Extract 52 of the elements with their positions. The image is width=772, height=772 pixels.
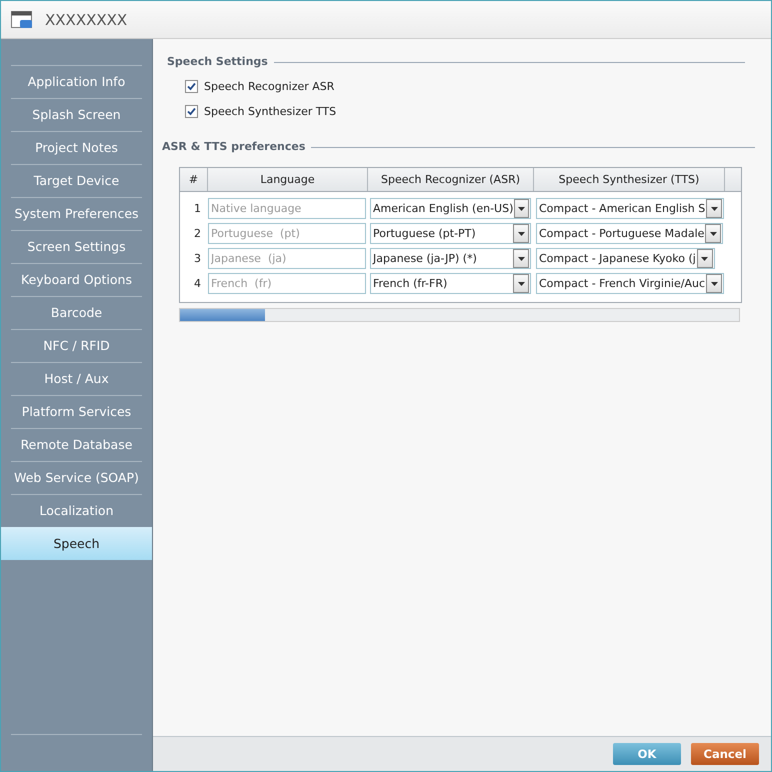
section-title: ASR & TTS preferences [162, 140, 306, 153]
dropdown-arrow-icon [701, 256, 708, 260]
language-field[interactable]: Native language [208, 198, 366, 219]
language-field[interactable]: Portuguese (pt) [208, 223, 366, 244]
dropdown-arrow-icon [518, 256, 524, 260]
language-field[interactable]: French (fr) [208, 273, 366, 294]
column-header[interactable]: Speech Synthesizer (TTS) [534, 168, 725, 191]
ok-button[interactable]: OK [613, 743, 681, 765]
dropdown[interactable]: Compact - Japanese Kyoko (j [536, 248, 715, 269]
dropdown-arrow-icon [518, 282, 524, 286]
row-number: 1 [193, 202, 202, 215]
sidebar-item[interactable]: Remote Database [11, 428, 142, 461]
row-number: 4 [193, 277, 202, 290]
dropdown[interactable]: Compact - French Virginie/Auc [536, 273, 724, 294]
sidebar-item[interactable]: Keyboard Options [11, 263, 142, 296]
sidebar-item[interactable]: Barcode [11, 296, 142, 329]
column-header[interactable]: # [180, 168, 208, 191]
sidebar-item[interactable]: Web Service (SOAP) [11, 461, 142, 494]
dropdown-arrow-icon [710, 232, 717, 236]
sidebar-item[interactable]: Speech [1, 527, 152, 560]
dropdown[interactable]: American English (en-US) [370, 198, 531, 219]
dropdown[interactable]: Japanese (ja-JP) (*) [370, 248, 531, 269]
sidebar-item[interactable]: Host / Aux [11, 362, 142, 395]
sidebar-item[interactable]: Project Notes [11, 131, 142, 164]
sidebar-item[interactable]: Application Info [11, 65, 142, 98]
column-header[interactable]: Speech Recognizer (ASR) [368, 168, 534, 191]
dropdown-arrow-icon [518, 206, 526, 210]
row-number: 3 [193, 252, 202, 265]
sidebar-item[interactable]: Splash Screen [11, 98, 142, 131]
dropdown[interactable]: Compact - American English S [536, 198, 724, 219]
dropdown-arrow-icon [710, 206, 718, 210]
sidebar-item[interactable]: NFC / RFID [11, 329, 142, 362]
sidebar-item[interactable]: Screen Settings [11, 230, 142, 263]
sidebar-item[interactable]: Target Device [11, 164, 142, 197]
window-title: XXXXXXXX [45, 10, 128, 28]
dropdown-arrow-icon [710, 282, 718, 286]
sidebar-item[interactable]: Platform Services [11, 395, 142, 428]
dropdown-arrow-icon [518, 232, 524, 236]
checkbox[interactable] [185, 105, 198, 118]
cancel-button[interactable]: Cancel [691, 743, 759, 765]
checkbox-label[interactable]: Speech Synthesizer TTS [204, 105, 336, 118]
horizontal-scrollbar[interactable] [179, 308, 740, 322]
row-number: 2 [193, 227, 202, 240]
section-title: Speech Settings [167, 55, 268, 68]
dropdown[interactable]: Portuguese (pt-PT) [370, 223, 531, 244]
dropdown[interactable]: French (fr-FR) [370, 273, 531, 294]
sidebar-item[interactable]: System Preferences [11, 197, 142, 230]
dropdown[interactable]: Compact - Portuguese Madale [536, 223, 724, 244]
checkbox-label[interactable]: Speech Recognizer ASR [204, 80, 334, 93]
column-header[interactable]: Language [208, 168, 368, 191]
window-icon [11, 10, 33, 28]
checkbox[interactable] [185, 80, 198, 93]
